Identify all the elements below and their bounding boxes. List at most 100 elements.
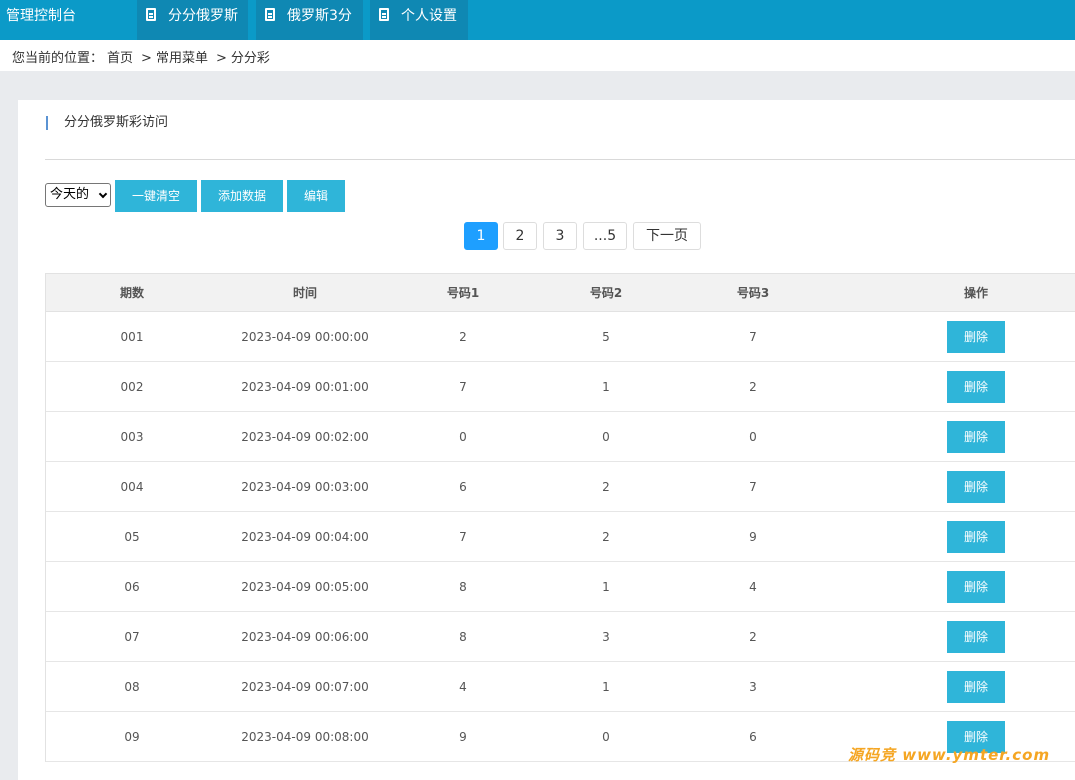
delete-button[interactable]: 删除 xyxy=(947,620,1005,653)
cell-time: 2023-04-09 00:01:00 xyxy=(241,379,369,394)
delete-button[interactable]: 删除 xyxy=(947,520,1005,553)
cell-number1: 2 xyxy=(459,329,467,344)
table-row: 001 2023-04-09 00:00:00 2 5 7 删除 xyxy=(46,312,1075,362)
cell-number1: 0 xyxy=(459,429,467,444)
cell-actions: 删除 xyxy=(936,462,1016,511)
table-row: 004 2023-04-09 00:03:00 6 2 7 删除 xyxy=(46,462,1075,512)
header-time: 时间 xyxy=(292,286,317,300)
table-row: 003 2023-04-09 00:02:00 0 0 0 删除 xyxy=(46,412,1075,462)
date-range-select[interactable]: 今天的 xyxy=(45,183,111,207)
page-button-3[interactable]: 3 xyxy=(543,222,577,250)
delete-button[interactable]: 删除 xyxy=(947,570,1005,603)
table-row: 05 2023-04-09 00:04:00 7 2 9 删除 xyxy=(46,512,1075,562)
cell-period: 09 xyxy=(124,729,140,744)
cell-number3: 2 xyxy=(749,629,757,644)
table-row: 06 2023-04-09 00:05:00 8 1 4 删除 xyxy=(46,562,1075,612)
cell-actions: 删除 xyxy=(936,612,1016,661)
breadcrumb-separator: > xyxy=(141,51,152,66)
cell-number3: 0 xyxy=(749,429,757,444)
cell-time: 2023-04-09 00:02:00 xyxy=(241,429,369,444)
cell-number3: 9 xyxy=(749,529,757,544)
cell-number2: 1 xyxy=(602,379,610,394)
cell-period: 001 xyxy=(120,329,144,344)
cell-time: 2023-04-09 00:05:00 xyxy=(241,579,369,594)
header-number1: 号码1 xyxy=(446,286,480,300)
cell-actions: 删除 xyxy=(936,312,1016,361)
breadcrumb-separator: > xyxy=(215,51,227,66)
cell-period: 05 xyxy=(124,529,140,544)
edit-button[interactable]: 编辑 xyxy=(287,180,345,212)
cell-time: 2023-04-09 00:00:00 xyxy=(241,329,369,344)
breadcrumb-bar: 您当前的位置： 首页 > 常用菜单 > 分分彩 xyxy=(0,40,1075,71)
header-number2: 号码2 xyxy=(589,286,623,300)
table-row: 002 2023-04-09 00:01:00 7 1 2 删除 xyxy=(46,362,1075,412)
header-number3: 号码3 xyxy=(736,286,770,300)
top-bar: 管理控制台 分分俄罗斯 俄罗斯3分 个人设置 xyxy=(0,0,1075,40)
cell-period: 002 xyxy=(120,379,144,394)
cell-number3: 7 xyxy=(749,479,757,494)
breadcrumb-item-home[interactable]: 首页 xyxy=(107,51,133,66)
cell-number2: 2 xyxy=(602,529,610,544)
cell-number1: 7 xyxy=(459,529,467,544)
delete-button[interactable]: 删除 xyxy=(947,470,1005,503)
cell-actions: 删除 xyxy=(936,662,1016,711)
cell-time: 2023-04-09 00:07:00 xyxy=(241,679,369,694)
breadcrumb-item-current: 分分彩 xyxy=(230,51,270,66)
delete-button[interactable]: 删除 xyxy=(947,670,1005,703)
next-page-button[interactable]: 下一页 xyxy=(633,222,701,250)
divider xyxy=(45,159,1075,160)
table-row: 07 2023-04-09 00:06:00 8 3 2 删除 xyxy=(46,612,1075,662)
table-body: 001 2023-04-09 00:00:00 2 5 7 删除 002 2023-04-09… xyxy=(46,312,1075,762)
breadcrumb-item-common-menu[interactable]: 常用菜单 xyxy=(156,51,208,66)
cell-period: 07 xyxy=(124,629,140,644)
cell-number1: 6 xyxy=(459,479,467,494)
cell-number1: 9 xyxy=(459,729,467,744)
breadcrumb-prefix: 您当前的位置： xyxy=(12,51,104,66)
nav-item-label: 个人设置 xyxy=(401,8,457,24)
nav-item-personal-settings[interactable]: 个人设置 xyxy=(370,0,468,40)
delete-button[interactable]: 删除 xyxy=(947,420,1005,453)
cell-number1: 4 xyxy=(459,679,467,694)
nav-item-russia-3min[interactable]: 俄罗斯3分 xyxy=(256,0,363,40)
nav-item-label: 俄罗斯3分 xyxy=(287,8,352,24)
nav-item-label: 分分俄罗斯 xyxy=(168,8,238,24)
cell-time: 2023-04-09 00:04:00 xyxy=(241,529,369,544)
section-title: 分分俄罗斯彩访问 xyxy=(46,116,168,130)
watermark: 源码竞 www.ymter.com xyxy=(848,746,1051,764)
nav-item-fenfen-russia[interactable]: 分分俄罗斯 xyxy=(137,0,248,40)
document-icon xyxy=(146,8,156,21)
cell-actions: 删除 xyxy=(936,412,1016,461)
breadcrumb: 您当前的位置： 首页 > 常用菜单 > 分分彩 xyxy=(12,47,274,66)
cell-actions: 删除 xyxy=(936,362,1016,411)
table-header: 期数 时间 号码1 号码2 号码3 操作 xyxy=(46,274,1075,312)
page-button-2[interactable]: 2 xyxy=(503,222,537,250)
cell-number2: 2 xyxy=(602,479,610,494)
cell-number2: 5 xyxy=(602,329,610,344)
cell-period: 003 xyxy=(120,429,144,444)
chevron-down-icon xyxy=(98,189,108,199)
cell-number1: 8 xyxy=(459,629,467,644)
cell-number1: 7 xyxy=(459,379,467,394)
header-period: 期数 xyxy=(119,286,144,300)
cell-number2: 1 xyxy=(602,579,610,594)
cell-period: 06 xyxy=(124,579,140,594)
date-range-select-value: 今天的 xyxy=(50,187,90,202)
cell-number3: 4 xyxy=(749,579,757,594)
document-icon xyxy=(379,8,389,21)
cell-number3: 6 xyxy=(749,729,757,744)
cell-time: 2023-04-09 00:08:00 xyxy=(241,729,369,744)
page-button-last[interactable]: ...5 xyxy=(583,222,627,250)
page-button-1[interactable]: 1 xyxy=(464,222,498,250)
cell-number3: 7 xyxy=(749,329,757,344)
cell-number2: 1 xyxy=(602,679,610,694)
delete-button[interactable]: 删除 xyxy=(947,370,1005,403)
clear-all-button[interactable]: 一键清空 xyxy=(115,180,197,212)
add-data-button[interactable]: 添加数据 xyxy=(201,180,283,212)
delete-button[interactable]: 删除 xyxy=(947,320,1005,353)
cell-number2: 0 xyxy=(602,729,610,744)
cell-actions: 删除 xyxy=(936,512,1016,561)
document-icon xyxy=(265,8,275,21)
cell-number2: 3 xyxy=(602,629,610,644)
cell-number3: 2 xyxy=(749,379,757,394)
cell-actions: 删除 xyxy=(936,562,1016,611)
